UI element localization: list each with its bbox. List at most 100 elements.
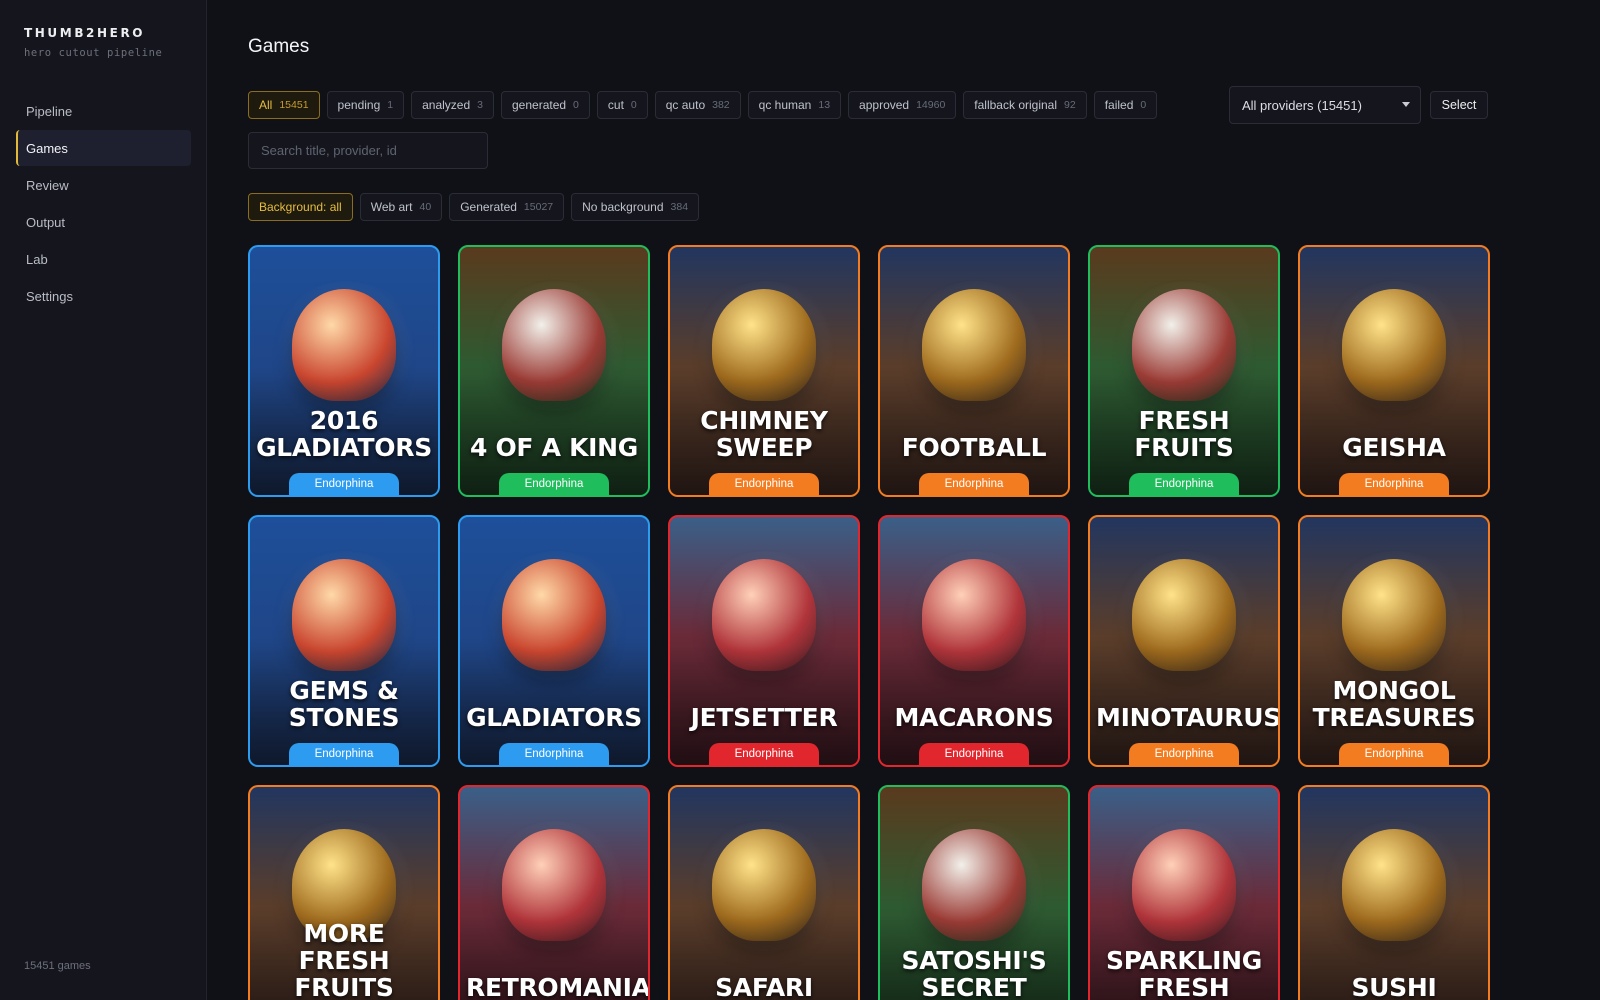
- chip-count: 15451: [279, 99, 309, 111]
- provider-badge: Endorphina: [1129, 743, 1239, 765]
- chip-count: 384: [670, 201, 689, 213]
- game-card[interactable]: MORE FRESH FRUITS: [248, 785, 440, 1000]
- chip-count: 0: [573, 99, 579, 111]
- chip-label: analyzed: [422, 98, 471, 112]
- app-subtitle: hero cutout pipeline: [24, 47, 163, 59]
- game-title: MINOTAURUS: [1096, 703, 1280, 732]
- provider-badge: Endorphina: [289, 743, 399, 765]
- background-chip-all[interactable]: Background: all: [248, 193, 353, 221]
- filter-chip-qc-auto[interactable]: qc auto 382: [654, 91, 741, 119]
- game-title: GEMS & STONES: [288, 676, 400, 732]
- sidebar-item-pipeline[interactable]: Pipeline: [16, 93, 191, 129]
- sidebar: THUMB2HERO hero cutout pipeline Pipeline…: [0, 0, 207, 1000]
- filter-chip-failed[interactable]: failed 0: [1093, 91, 1158, 119]
- sidebar-item-lab[interactable]: Lab: [16, 241, 191, 277]
- select-button[interactable]: Select: [1430, 91, 1488, 119]
- game-title: 4 OF A KING: [469, 433, 638, 462]
- game-title: SATOSHI'S SECRET: [901, 946, 1047, 1000]
- chip-label: failed: [1104, 98, 1134, 112]
- provider-badge: Endorphina: [919, 743, 1029, 765]
- chip-label: cut: [607, 98, 624, 112]
- sidebar-item-review[interactable]: Review: [16, 167, 191, 203]
- chip-label: qc auto: [665, 98, 706, 112]
- sidebar-item-games[interactable]: Games: [16, 130, 191, 166]
- background-chip-no-background[interactable]: No background 384: [571, 193, 700, 221]
- game-card[interactable]: FOOTBALL Endorphina: [878, 245, 1070, 497]
- game-title: FRESH FRUITS: [1134, 406, 1234, 462]
- game-grid: 2016 GLADIATORS Endorphina 4 OF A KING Endo…: [248, 245, 1490, 1000]
- chip-label: approved: [859, 98, 910, 112]
- game-card[interactable]: 4 OF A KING Endorphina: [458, 245, 650, 497]
- game-card[interactable]: GEMS & STONES Endorphina: [248, 515, 440, 767]
- chip-count: 0: [1140, 99, 1147, 111]
- sidebar-item-settings[interactable]: Settings: [16, 278, 191, 314]
- filter-chip-pending[interactable]: pending 1: [326, 91, 405, 119]
- filter-chip-fallback-original[interactable]: fallback original 92: [963, 91, 1087, 119]
- game-card[interactable]: FRESH FRUITS Endorphina: [1088, 245, 1280, 497]
- background-chip-generated[interactable]: Generated 15027: [449, 193, 565, 221]
- game-card[interactable]: MACARONS Endorphina: [878, 515, 1070, 767]
- background-chip-web-art[interactable]: Web art 40: [359, 193, 443, 221]
- chevron-down-icon: [1402, 102, 1410, 107]
- game-title: SPARKLING FRESH: [1106, 946, 1262, 1000]
- page-title: Games: [248, 36, 310, 57]
- game-card[interactable]: SATOSHI'S SECRET: [878, 785, 1070, 1000]
- search-input[interactable]: [248, 132, 488, 169]
- chip-label: generated: [512, 98, 567, 112]
- provider-badge: Endorphina: [709, 743, 819, 765]
- game-title: SAFARI: [715, 973, 813, 1000]
- provider-badge: Endorphina: [499, 473, 609, 495]
- game-title: MACARONS: [894, 703, 1054, 732]
- game-card[interactable]: 2016 GLADIATORS Endorphina: [248, 245, 440, 497]
- chip-count: 0: [630, 99, 637, 111]
- chip-label: All: [259, 98, 273, 112]
- game-title: RETROMANIA: [466, 973, 650, 1000]
- filter-chip-cut[interactable]: cut 0: [596, 91, 648, 119]
- game-card[interactable]: SUSHI: [1298, 785, 1490, 1000]
- chip-label: Background: all: [259, 200, 342, 214]
- chip-count: 1: [387, 99, 394, 111]
- provider-badge: Endorphina: [919, 473, 1029, 495]
- game-card[interactable]: SAFARI: [668, 785, 860, 1000]
- game-title: GEISHA: [1342, 433, 1446, 462]
- status-filter-bar: All 15451 pending 1 analyzed 3 generated 0 c…: [248, 91, 1158, 119]
- game-card[interactable]: MONGOL TREASURES Endorphina: [1298, 515, 1490, 767]
- provider-select-value: All providers (15451): [1242, 97, 1362, 113]
- game-title: GLADIATORS: [466, 703, 642, 732]
- chip-label: fallback original: [974, 98, 1058, 112]
- game-card[interactable]: RETROMANIA: [458, 785, 650, 1000]
- filter-chip-analyzed[interactable]: analyzed 3: [411, 91, 494, 119]
- provider-badge: Endorphina: [1129, 473, 1239, 495]
- game-card[interactable]: SPARKLING FRESH: [1088, 785, 1280, 1000]
- provider-badge: Endorphina: [1339, 743, 1449, 765]
- chip-label: pending: [337, 98, 381, 112]
- sidebar-item-output[interactable]: Output: [16, 204, 191, 240]
- chip-count: 15027: [523, 201, 554, 213]
- game-title: CHIMNEY SWEEP: [700, 406, 828, 462]
- game-card[interactable]: GLADIATORS Endorphina: [458, 515, 650, 767]
- game-title: SUSHI: [1351, 973, 1437, 1000]
- game-card[interactable]: JETSETTER Endorphina: [668, 515, 860, 767]
- game-card[interactable]: GEISHA Endorphina: [1298, 245, 1490, 497]
- chip-count: 13: [818, 99, 831, 111]
- filter-chip-generated[interactable]: generated 0: [501, 91, 590, 119]
- filter-chip-approved[interactable]: approved 14960: [848, 91, 957, 119]
- game-card[interactable]: MINOTAURUS Endorphina: [1088, 515, 1280, 767]
- chip-count: 92: [1064, 99, 1076, 111]
- filter-chip-all[interactable]: All 15451: [248, 91, 320, 119]
- chip-count: 14960: [916, 99, 946, 111]
- provider-badge: Endorphina: [499, 743, 609, 765]
- game-title: FOOTBALL: [901, 433, 1047, 462]
- game-title: MORE FRESH FRUITS: [294, 919, 394, 1000]
- provider-badge: Endorphina: [1339, 473, 1449, 495]
- chip-count: 40: [419, 201, 432, 213]
- game-title: JETSETTER: [690, 703, 838, 732]
- filter-chip-qc-human[interactable]: qc human 13: [747, 91, 842, 119]
- game-card[interactable]: CHIMNEY SWEEP Endorphina: [668, 245, 860, 497]
- chip-count: 382: [712, 99, 730, 111]
- chip-label: qc human: [758, 98, 812, 112]
- game-title: MONGOL TREASURES: [1312, 676, 1476, 732]
- provider-select[interactable]: All providers (15451): [1229, 86, 1421, 124]
- provider-badge: Endorphina: [709, 473, 819, 495]
- games-count: 15451 games: [24, 960, 91, 972]
